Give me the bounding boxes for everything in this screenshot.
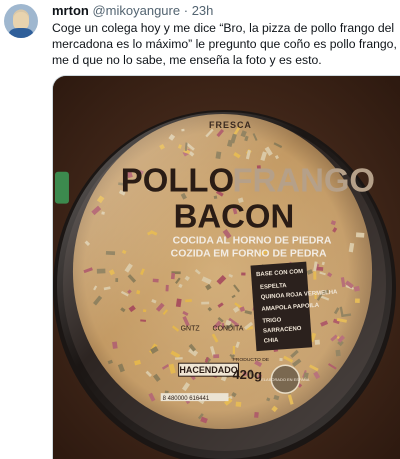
label-bacon: BACON [174,198,295,235]
label-pollo: POLLO [121,162,234,199]
brand-text: HACENDADO [179,365,237,375]
weight-label: 420g [232,367,262,382]
header-separator: · [183,3,189,18]
label-frango: FRANGO [232,162,375,199]
avatar-shirt [9,28,33,38]
tweet-timestamp[interactable]: 23h [192,3,214,18]
tweet-text: Coge un colega hoy y me dice “Bro, la pi… [52,21,397,67]
author-handle[interactable]: @mikoyangure [92,3,180,18]
base-item: CHIA [264,338,280,345]
pouch-code: GNTZ [181,325,201,332]
barcode-number: 8 480000 616441 [163,396,210,402]
pouch-code-2: CONDITA [213,325,244,332]
product-of: PRODUCTO DE [232,357,269,363]
avatar[interactable] [4,4,38,38]
brand-arc-text: FRESCA [209,120,252,130]
side-sticker [54,171,69,204]
tweet-header: mrton @mikoyangure · 23h [52,3,213,19]
label-sub-pt: COZIDA EM FORNO DE PEDRA [171,249,327,260]
origin-seal-text: ELABORADO EN ESPAÑA [261,377,310,382]
tweet[interactable]: mrton @mikoyangure · 23h Coge un colega … [0,0,400,459]
tweet-media-photo[interactable]: FRESCA POLLO FRANGO BACON COCIDA AL HORN… [52,75,400,459]
author-name[interactable]: mrton [52,3,89,18]
pizza-photo: FRESCA POLLO FRANGO BACON COCIDA AL HORN… [53,76,400,459]
label-sub-es: COCIDA AL HORNO DE PIEDRA [173,236,332,247]
